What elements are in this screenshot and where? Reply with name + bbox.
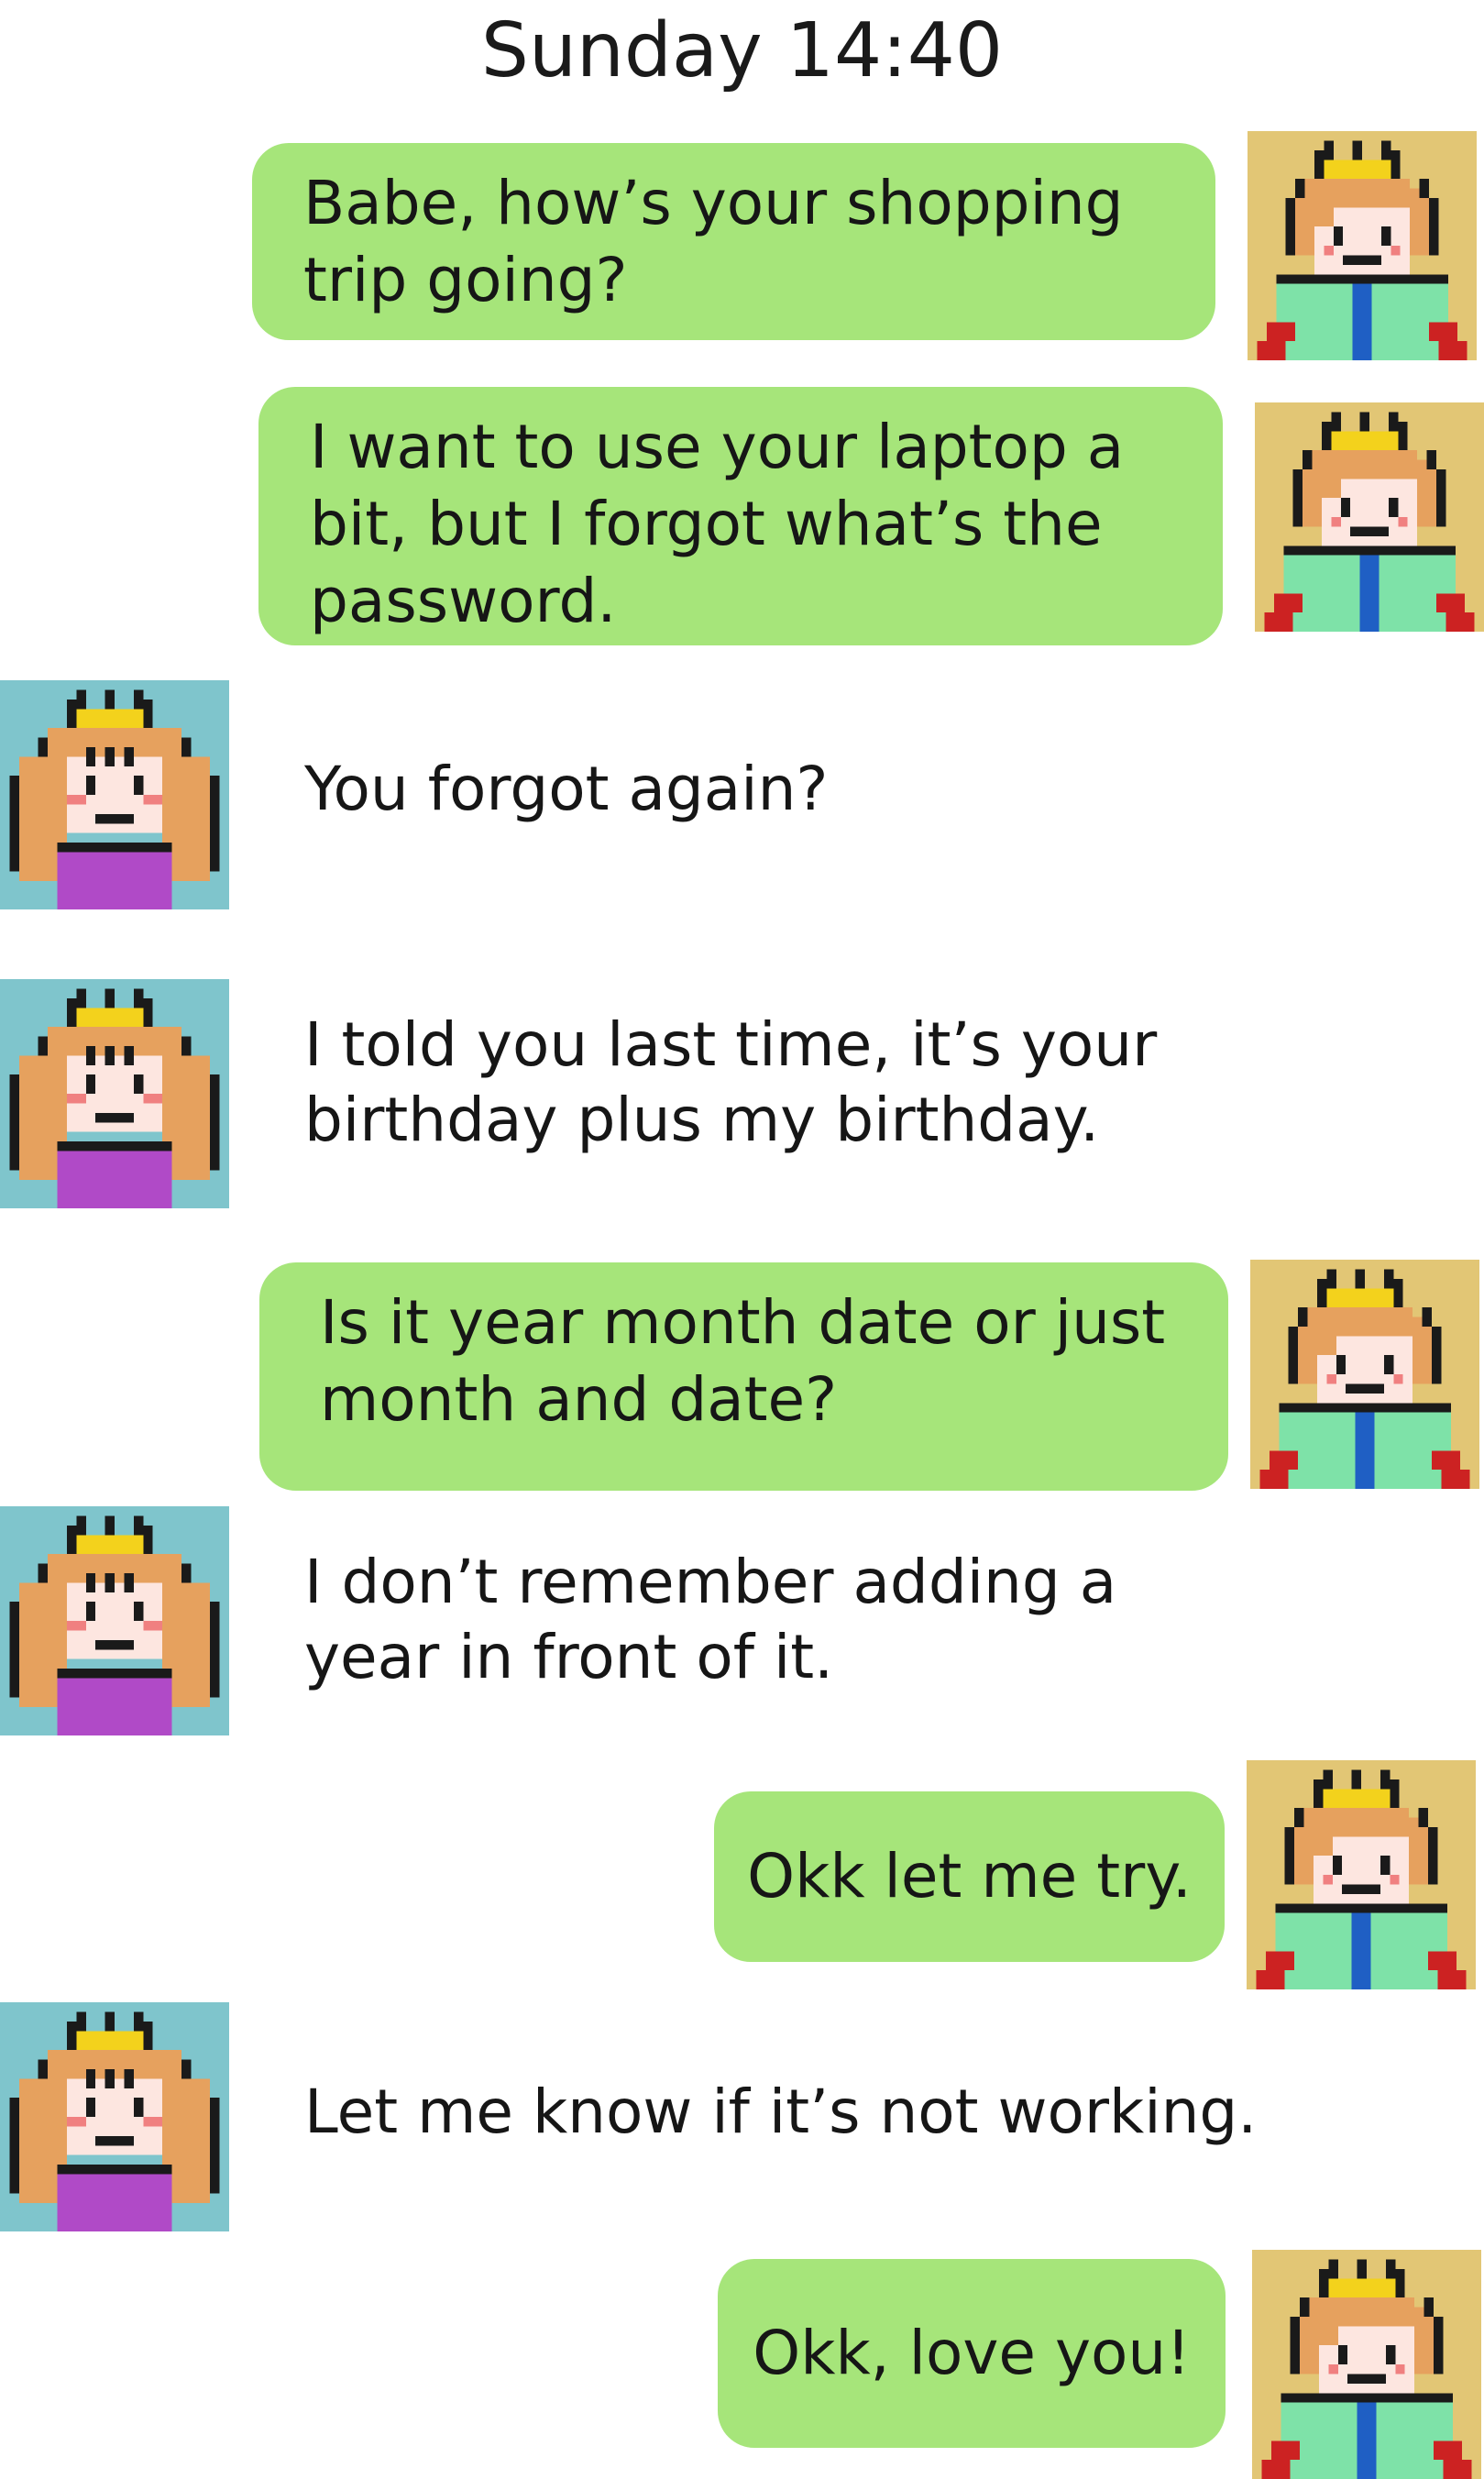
prince-avatar-icon[interactable]	[1248, 131, 1477, 360]
prince-avatar-icon[interactable]	[1247, 1760, 1476, 1989]
received-message-text[interactable]: I don’t remember adding a year in front …	[304, 1545, 1313, 1695]
prince-avatar-icon[interactable]	[1255, 402, 1484, 632]
received-message-text[interactable]: I told you last time, it’s your birthday…	[304, 1008, 1313, 1158]
princess-avatar-icon[interactable]	[0, 979, 229, 1208]
prince-avatar-icon[interactable]	[1252, 2250, 1481, 2479]
sent-message-bubble[interactable]: I want to use your laptop a bit, but I f…	[258, 387, 1223, 645]
prince-avatar-icon[interactable]	[1250, 1260, 1479, 1489]
princess-avatar-icon[interactable]	[0, 680, 229, 909]
sent-message-bubble[interactable]: Babe, how’s your shopping trip going?	[252, 143, 1215, 340]
sent-message-bubble[interactable]: Is it year month date or just month and …	[259, 1262, 1228, 1491]
princess-avatar-icon[interactable]	[0, 2002, 229, 2231]
sent-message-bubble[interactable]: Okk, love you!	[718, 2259, 1226, 2448]
received-message-text[interactable]: You forgot again?	[304, 752, 1221, 827]
sent-message-bubble[interactable]: Okk let me try.	[714, 1791, 1225, 1962]
princess-avatar-icon[interactable]	[0, 1506, 229, 1735]
chat-timestamp: Sunday 14:40	[480, 7, 1004, 94]
received-message-text[interactable]: Let me know if it’s not working.	[304, 2075, 1404, 2150]
